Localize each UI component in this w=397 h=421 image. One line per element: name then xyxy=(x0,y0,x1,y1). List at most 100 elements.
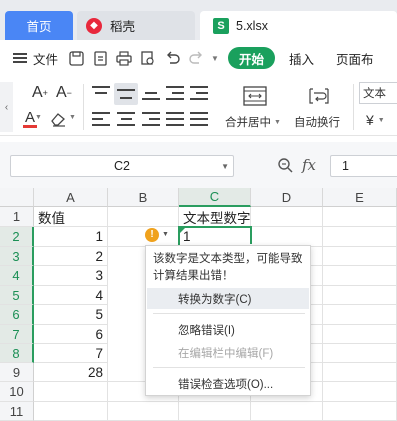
number-format-select[interactable]: 文本 xyxy=(359,82,397,104)
cell-a1[interactable]: 数值 xyxy=(34,207,108,227)
cell-d7[interactable] xyxy=(311,325,323,344)
column-header-e[interactable]: E xyxy=(323,188,397,207)
cell-d1[interactable] xyxy=(251,207,323,227)
cell-e1[interactable] xyxy=(323,207,397,227)
row-header-6[interactable]: 6 xyxy=(0,305,34,325)
insert-function-icon[interactable]: fx xyxy=(302,156,316,174)
tab-docer[interactable]: ◆ 稻壳 xyxy=(77,11,195,40)
cell-e5[interactable] xyxy=(323,286,397,305)
row-header-8[interactable]: 8 xyxy=(0,344,34,363)
name-box[interactable]: C2 ▼ xyxy=(10,155,234,177)
align-bottom-icon[interactable] xyxy=(142,86,160,100)
print-preview-icon[interactable] xyxy=(136,46,160,70)
tab-page-layout[interactable]: 页面布 xyxy=(328,49,382,68)
undo-icon[interactable] xyxy=(160,46,184,70)
file-menu-button[interactable]: 文件 xyxy=(12,46,58,70)
row-header-10[interactable]: 10 xyxy=(0,382,34,402)
cell-c11[interactable] xyxy=(179,402,251,421)
cell-e7[interactable] xyxy=(323,325,397,344)
row-header-11[interactable]: 11 xyxy=(0,402,34,421)
row-header-4[interactable]: 4 xyxy=(0,266,34,286)
cell-a9[interactable]: 28 xyxy=(34,363,108,382)
print-icon[interactable] xyxy=(112,46,136,70)
cell-c1[interactable]: 文本型数字 xyxy=(179,207,251,227)
column-header-c[interactable]: C xyxy=(179,188,251,207)
font-decrease-icon[interactable]: A − xyxy=(56,84,72,102)
row-header-5[interactable]: 5 xyxy=(0,286,34,305)
cell-a10[interactable] xyxy=(34,382,108,402)
distributed-icon[interactable] xyxy=(190,112,208,126)
row-header-9[interactable]: 9 xyxy=(0,363,34,382)
save-icon[interactable] xyxy=(64,46,88,70)
redo-icon[interactable] xyxy=(184,46,208,70)
wrap-text-icon[interactable] xyxy=(306,84,332,108)
align-top-icon[interactable] xyxy=(92,86,110,100)
menu-item-convert-to-number[interactable]: 转换为数字(C) xyxy=(147,288,309,309)
clear-dropdown-icon[interactable]: ▼ xyxy=(69,114,76,121)
cell-a3[interactable]: 2 xyxy=(34,247,108,266)
cell-a4[interactable]: 3 xyxy=(34,266,108,286)
cell-e11[interactable] xyxy=(323,402,397,421)
chevron-down-icon[interactable]: ▼ xyxy=(208,46,222,70)
cell-d5[interactable] xyxy=(311,286,323,305)
hamburger-icon xyxy=(12,46,28,70)
cell-d2[interactable] xyxy=(251,227,323,247)
formula-input[interactable]: 1 xyxy=(330,155,397,177)
align-left-icon[interactable] xyxy=(92,112,110,126)
font-color-dropdown-icon[interactable]: ▼ xyxy=(35,114,42,121)
cell-a2[interactable]: 1 xyxy=(34,227,108,247)
cell-d11[interactable] xyxy=(251,402,323,421)
cell-e4[interactable] xyxy=(323,266,397,286)
indent-decrease-icon[interactable] xyxy=(166,86,184,100)
cell-d6[interactable] xyxy=(311,305,323,325)
chevron-down-icon: ▼ xyxy=(377,116,385,124)
align-right-icon[interactable] xyxy=(142,112,160,126)
font-increase-icon[interactable]: A + xyxy=(32,84,48,102)
cell-d9[interactable] xyxy=(311,363,323,382)
merge-center-icon[interactable] xyxy=(242,84,268,108)
select-all-corner[interactable] xyxy=(0,188,34,207)
cell-d4[interactable] xyxy=(311,266,323,286)
menu-item-ignore-error[interactable]: 忽略错误(I) xyxy=(147,319,309,340)
merge-center-button[interactable]: 合并居中 ▼ xyxy=(225,114,281,130)
tab-home[interactable]: 首页 xyxy=(5,11,73,40)
error-smart-tag[interactable]: ! ▼ xyxy=(145,226,175,243)
align-middle-icon[interactable] xyxy=(114,83,138,105)
row-header-7[interactable]: 7 xyxy=(0,325,34,344)
cell-d8[interactable] xyxy=(311,344,323,363)
row-header-1[interactable]: 1 xyxy=(0,207,34,227)
cell-e10[interactable] xyxy=(323,382,397,402)
cell-e2[interactable] xyxy=(323,227,397,247)
column-header-d[interactable]: D xyxy=(251,188,323,207)
cell-a11[interactable] xyxy=(34,402,108,421)
menu-item-error-check-options[interactable]: 错误检查选项(O)... xyxy=(147,373,309,394)
zoom-icon[interactable] xyxy=(277,157,293,176)
export-pdf-icon[interactable] xyxy=(88,46,112,70)
cell-b1[interactable] xyxy=(108,207,179,227)
cell-a5[interactable]: 4 xyxy=(34,286,108,305)
ribbon-scroll-left-icon[interactable]: ‹ xyxy=(0,82,13,132)
wrap-text-button[interactable]: 自动换行 xyxy=(294,114,340,130)
cell-e9[interactable] xyxy=(323,363,397,382)
cell-e6[interactable] xyxy=(323,305,397,325)
cell-a7[interactable]: 6 xyxy=(34,325,108,344)
cell-a8[interactable]: 7 xyxy=(34,344,108,363)
cell-a6[interactable]: 5 xyxy=(34,305,108,325)
cell-b11[interactable] xyxy=(108,402,179,421)
cell-e3[interactable] xyxy=(323,247,397,266)
column-header-b[interactable]: B xyxy=(108,188,179,207)
indent-increase-icon[interactable] xyxy=(190,86,208,100)
menu-item-edit-in-formula-bar[interactable]: 在编辑栏中编辑(F) xyxy=(147,342,309,363)
tab-start[interactable]: 开始 xyxy=(228,47,276,69)
cell-e8[interactable] xyxy=(323,344,397,363)
tab-file[interactable]: S 5.xlsx xyxy=(200,11,397,40)
cell-d3[interactable] xyxy=(311,247,323,266)
row-header-2[interactable]: 2 xyxy=(0,227,34,247)
justify-icon[interactable] xyxy=(166,112,184,126)
row-header-3[interactable]: 3 xyxy=(0,247,34,266)
column-header-a[interactable]: A xyxy=(34,188,108,207)
currency-button[interactable]: ¥ ▼ xyxy=(366,112,385,128)
eraser-icon[interactable] xyxy=(48,110,68,128)
align-center-icon[interactable] xyxy=(117,112,135,126)
tab-insert[interactable]: 插入 xyxy=(281,49,322,68)
